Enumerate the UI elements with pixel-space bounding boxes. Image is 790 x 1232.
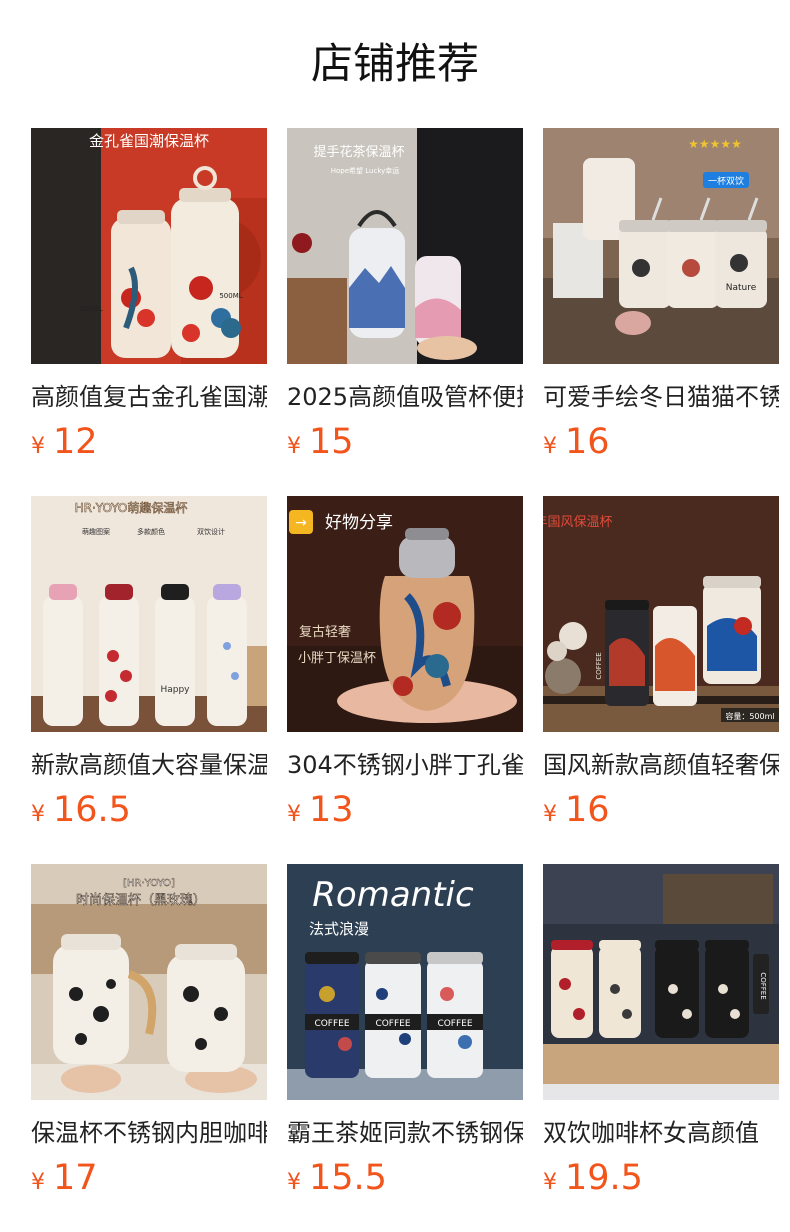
image-caption: 时尚保温杯（黑玫瑰）: [76, 892, 206, 908]
price-amount: 19.5: [565, 1158, 643, 1198]
product-name[interactable]: 可爱手绘冬日猫猫不锈钢吸管杯: [543, 380, 779, 414]
image-caption: 一杯双饮: [708, 175, 744, 187]
currency-symbol: ¥: [31, 1170, 45, 1195]
price-amount: 12: [53, 422, 98, 462]
currency-symbol: ¥: [543, 434, 557, 459]
image-caption: 容量：500ml: [725, 711, 774, 721]
image-caption: 法式浪漫: [309, 920, 369, 938]
product-image-romantic-coffee-cups[interactable]: COFFEE COFFEE COFFEE Romantic 法式浪漫: [287, 864, 523, 1100]
image-caption: Happy: [160, 685, 190, 695]
product-price: ¥12: [31, 420, 267, 464]
product-image-art: → 好物分享 复古轻奢 小胖丁保温杯: [287, 496, 523, 732]
arrow-icon: →: [295, 515, 307, 531]
currency-symbol: ¥: [31, 434, 45, 459]
product-card[interactable]: 新年国风保温杯 COFFEE 容量：500ml 国风新款高颜值轻奢保温杯 ¥16: [543, 496, 779, 832]
currency-symbol: ¥: [287, 802, 301, 827]
price-amount: 15.5: [309, 1158, 387, 1198]
currency-symbol: ¥: [287, 1170, 301, 1195]
product-image-art: 提手花茶保温杯 Hope希望 Lucky幸运: [287, 128, 523, 364]
product-price: ¥13: [287, 788, 523, 832]
product-image-art: HR·YOYO萌趣保温杯 萌趣图案 多款颜色 双饮设计 Happy: [31, 496, 267, 732]
product-image-handle-tea-thermos[interactable]: 提手花茶保温杯 Hope希望 Lucky幸运: [287, 128, 523, 364]
currency-symbol: ¥: [543, 802, 557, 827]
product-card[interactable]: 金孔雀国潮保温杯 350ML 500ML 高颜值复古金孔雀国潮保温杯 ¥12: [31, 128, 267, 464]
product-card[interactable]: COFFEE COFFEE COFFEE Romantic 法式浪漫 霸王茶姬同…: [287, 864, 523, 1200]
image-caption: Romantic: [312, 875, 474, 915]
product-image-guofeng-thermos[interactable]: 新年国风保温杯 COFFEE 容量：500ml: [543, 496, 779, 732]
product-image-black-rose-thermos[interactable]: [HR·YOYO] 时尚保温杯（黑玫瑰）: [31, 864, 267, 1100]
image-caption: HR·YOYO萌趣保温杯: [75, 500, 188, 515]
image-caption: ★★★★★: [688, 137, 742, 151]
image-caption: 好物分享: [325, 513, 393, 533]
image-caption: COFFEE: [314, 1019, 349, 1029]
product-image-peacock-thermos[interactable]: 金孔雀国潮保温杯 350ML 500ML: [31, 128, 267, 364]
product-card[interactable]: [HR·YOYO] 时尚保温杯（黑玫瑰） 保温杯不锈钢内胆咖啡杯 ¥17: [31, 864, 267, 1200]
product-image-art: COFFEE COFFEE COFFEE Romantic 法式浪漫: [287, 864, 523, 1100]
price-amount: 16: [565, 422, 610, 462]
product-image-mini-peacock-thermos[interactable]: → 好物分享 复古轻奢 小胖丁保温杯: [287, 496, 523, 732]
image-caption: 小胖丁保温杯: [298, 651, 376, 666]
price-amount: 16.5: [53, 790, 131, 830]
image-caption: COFFEE: [375, 1019, 410, 1029]
product-name[interactable]: 国风新款高颜值轻奢保温杯: [543, 748, 779, 782]
image-caption: 金孔雀国潮保温杯: [89, 132, 209, 150]
product-price: ¥15.5: [287, 1156, 523, 1200]
image-caption: 新年国风保温杯: [543, 514, 613, 530]
product-image-art: ★★★★★ 一杯双饮 Nature: [543, 128, 779, 364]
product-name[interactable]: 高颜值复古金孔雀国潮保温杯: [31, 380, 267, 414]
image-caption: COFFEE: [759, 972, 767, 999]
product-price: ¥16: [543, 788, 779, 832]
image-caption: 350ML: [79, 305, 102, 313]
product-image-art: COFFEE: [543, 864, 779, 1100]
currency-symbol: ¥: [287, 434, 301, 459]
product-image-art: 金孔雀国潮保温杯 350ML 500ML: [31, 128, 267, 364]
section-title: 店铺推荐: [310, 39, 479, 88]
price-amount: 16: [565, 790, 610, 830]
product-name[interactable]: 2025高颜值吸管杯便携保温杯: [287, 380, 523, 414]
currency-symbol: ¥: [31, 802, 45, 827]
product-price: ¥16.5: [31, 788, 267, 832]
image-caption: Nature: [726, 283, 757, 293]
product-price: ¥17: [31, 1156, 267, 1200]
image-caption: 双饮设计: [197, 527, 225, 536]
product-name[interactable]: 保温杯不锈钢内胆咖啡杯: [31, 1116, 267, 1150]
price-amount: 17: [53, 1158, 98, 1198]
image-caption: 多款颜色: [137, 527, 165, 536]
price-amount: 15: [309, 422, 354, 462]
image-caption: COFFEE: [595, 652, 603, 679]
product-card[interactable]: COFFEE 双饮咖啡杯女高颜值 ¥19.5: [543, 864, 779, 1200]
image-caption: Hope希望 Lucky幸运: [331, 166, 400, 175]
product-price: ¥19.5: [543, 1156, 779, 1200]
product-name[interactable]: 双饮咖啡杯女高颜值: [543, 1116, 779, 1150]
product-image-cat-straw-cup[interactable]: ★★★★★ 一杯双饮 Nature: [543, 128, 779, 364]
product-name[interactable]: 新款高颜值大容量保温杯: [31, 748, 267, 782]
image-caption: COFFEE: [437, 1019, 472, 1029]
product-name[interactable]: 霸王茶姬同款不锈钢保温杯: [287, 1116, 523, 1150]
product-card[interactable]: 提手花茶保温杯 Hope希望 Lucky幸运 2025高颜值吸管杯便携保温杯 ¥…: [287, 128, 523, 464]
product-card[interactable]: ★★★★★ 一杯双饮 Nature 可爱手绘冬日猫猫不锈钢吸管杯 ¥16: [543, 128, 779, 464]
product-grid: 金孔雀国潮保温杯 350ML 500ML 高颜值复古金孔雀国潮保温杯 ¥12: [31, 128, 790, 1200]
product-card[interactable]: → 好物分享 复古轻奢 小胖丁保温杯 304不锈钢小胖丁孔雀保温杯 ¥13: [287, 496, 523, 832]
product-image-art: [HR·YOYO] 时尚保温杯（黑玫瑰）: [31, 864, 267, 1100]
product-image-art: 新年国风保温杯 COFFEE 容量：500ml: [543, 496, 779, 732]
currency-symbol: ¥: [543, 1170, 557, 1195]
image-caption: 复古轻奢: [299, 625, 351, 640]
product-image-hryoyo-cute-thermos[interactable]: HR·YOYO萌趣保温杯 萌趣图案 多款颜色 双饮设计 Happy: [31, 496, 267, 732]
image-caption: 500ML: [219, 292, 242, 300]
product-name[interactable]: 304不锈钢小胖丁孔雀保温杯: [287, 748, 523, 782]
product-price: ¥15: [287, 420, 523, 464]
product-price: ¥16: [543, 420, 779, 464]
image-caption: [HR·YOYO]: [123, 878, 175, 889]
image-caption: 提手花茶保温杯: [313, 144, 404, 160]
image-caption: 萌趣图案: [82, 527, 110, 536]
product-card[interactable]: HR·YOYO萌趣保温杯 萌趣图案 多款颜色 双饮设计 Happy 新款高颜值大…: [31, 496, 267, 832]
product-image-dual-drink-coffee-cups[interactable]: COFFEE: [543, 864, 779, 1100]
price-amount: 13: [309, 790, 354, 830]
